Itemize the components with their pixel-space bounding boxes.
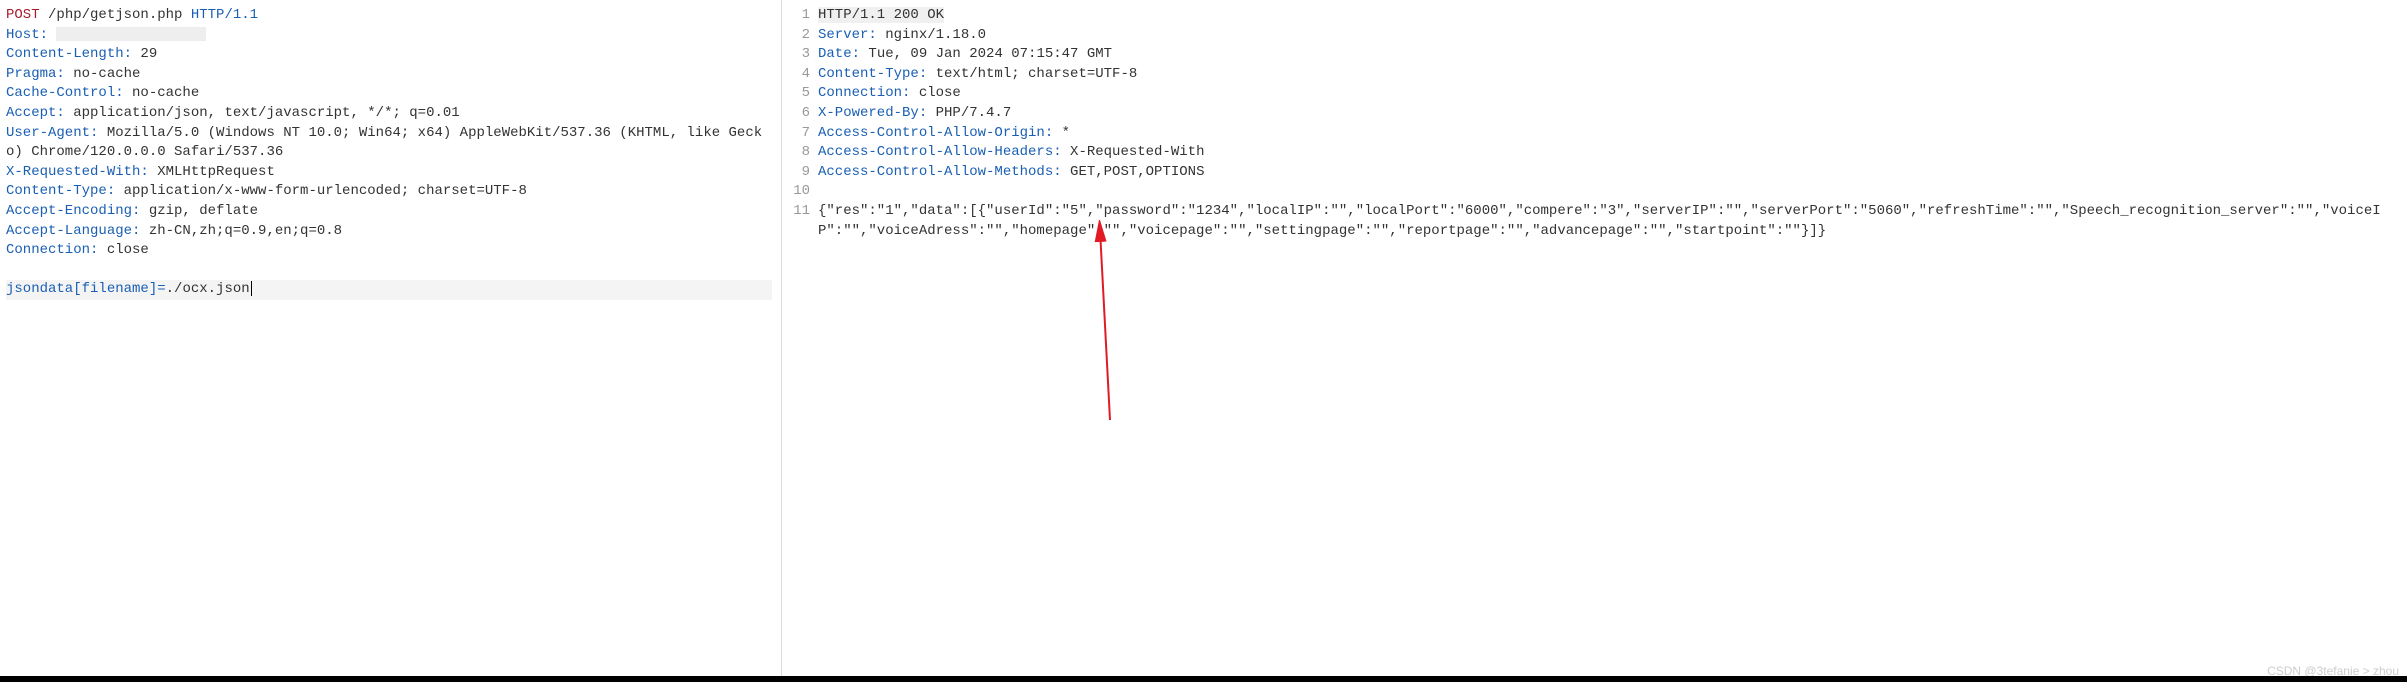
header-value: application/json, text/javascript, */*; … <box>65 105 460 121</box>
line-number: 8 <box>788 143 810 163</box>
request-header-line[interactable]: Accept-Language: zh-CN,zh;q=0.9,en;q=0.8 <box>6 222 775 242</box>
request-proto: HTTP/1.1 <box>191 7 258 23</box>
redacted-value <box>56 27 206 41</box>
header-name: Content-Length: <box>6 46 132 62</box>
request-header-line[interactable]: Pragma: no-cache <box>6 65 775 85</box>
response-header-line[interactable]: Connection: close <box>818 84 2401 104</box>
header-name: Content-Type: <box>818 66 927 82</box>
header-value: X-Requested-With <box>1062 144 1205 160</box>
header-value: application/x-www-form-urlencoded; chars… <box>115 183 527 199</box>
request-method: POST <box>6 7 40 23</box>
response-header-line[interactable]: Server: nginx/1.18.0 <box>818 26 2401 46</box>
header-value: no-cache <box>124 85 200 101</box>
body-key: jsondata[filename]= <box>6 281 166 297</box>
header-value: PHP/7.4.7 <box>927 105 1011 121</box>
response-header-line[interactable]: X-Powered-By: PHP/7.4.7 <box>818 104 2401 124</box>
header-name: Date: <box>818 46 860 62</box>
blank-line <box>818 182 2401 202</box>
request-panel[interactable]: POST /php/getjson.php HTTP/1.1 Host: Con… <box>0 0 782 682</box>
line-number: 4 <box>788 65 810 85</box>
request-header-line[interactable]: Cache-Control: no-cache <box>6 84 775 104</box>
body-value: ./ocx.json <box>166 281 250 297</box>
header-value: GET,POST,OPTIONS <box>1062 164 1205 180</box>
response-status-line[interactable]: HTTP/1.1 200 OK <box>818 6 2401 26</box>
header-name: Access-Control-Allow-Methods: <box>818 164 1062 180</box>
line-number: 1 <box>788 6 810 26</box>
cursor-icon <box>251 281 253 296</box>
response-header-line[interactable]: Access-Control-Allow-Headers: X-Requeste… <box>818 143 2401 163</box>
header-name: X-Requested-With: <box>6 164 149 180</box>
request-header-line[interactable]: Host: <box>6 26 775 46</box>
request-body-line[interactable]: jsondata[filename]=./ocx.json <box>6 280 775 300</box>
response-code-area[interactable]: HTTP/1.1 200 OK Server: nginx/1.18.0Date… <box>818 6 2401 676</box>
blank-line <box>6 261 775 281</box>
header-name: Access-Control-Allow-Headers: <box>818 144 1062 160</box>
header-name: Access-Control-Allow-Origin: <box>818 125 1053 141</box>
header-value: zh-CN,zh;q=0.9,en;q=0.8 <box>140 223 342 239</box>
request-header-line[interactable]: Connection: close <box>6 241 775 261</box>
header-name: Accept: <box>6 105 65 121</box>
header-name: Server: <box>818 27 877 43</box>
response-header-line[interactable]: Access-Control-Allow-Methods: GET,POST,O… <box>818 163 2401 183</box>
line-number: 3 <box>788 45 810 65</box>
header-name: Accept-Language: <box>6 223 140 239</box>
header-value: gzip, deflate <box>140 203 258 219</box>
header-value: Mozilla/5.0 (Windows NT 10.0; Win64; x64… <box>6 125 762 161</box>
request-header-line[interactable]: Content-Type: application/x-www-form-url… <box>6 182 775 202</box>
response-header-line[interactable]: Access-Control-Allow-Origin: * <box>818 124 2401 144</box>
header-name: Cache-Control: <box>6 85 124 101</box>
request-header-line[interactable]: Accept: application/json, text/javascrip… <box>6 104 775 124</box>
header-name: Connection: <box>818 85 910 101</box>
line-number: 11 <box>788 202 810 222</box>
header-value: * <box>1053 125 1070 141</box>
line-number-gutter: 1234567891011 <box>788 6 818 676</box>
line-number: 10 <box>788 182 810 202</box>
header-value: close <box>98 242 148 258</box>
line-number: 9 <box>788 163 810 183</box>
header-value: text/html; charset=UTF-8 <box>927 66 1137 82</box>
header-value: 29 <box>132 46 157 62</box>
request-header-line[interactable]: Content-Length: 29 <box>6 45 775 65</box>
line-number: 5 <box>788 84 810 104</box>
header-name: Host: <box>6 27 48 43</box>
request-header-line[interactable]: Accept-Encoding: gzip, deflate <box>6 202 775 222</box>
request-header-line[interactable]: X-Requested-With: XMLHttpRequest <box>6 163 775 183</box>
line-number: 7 <box>788 124 810 144</box>
response-header-line[interactable]: Content-Type: text/html; charset=UTF-8 <box>818 65 2401 85</box>
header-name: Accept-Encoding: <box>6 203 140 219</box>
line-number: 2 <box>788 26 810 46</box>
header-value: XMLHttpRequest <box>149 164 275 180</box>
header-value: close <box>910 85 960 101</box>
response-body[interactable]: {"res":"1","data":[{"userId":"5","passwo… <box>818 202 2401 241</box>
header-name: Pragma: <box>6 66 65 82</box>
header-name: User-Agent: <box>6 125 98 141</box>
line-number: 6 <box>788 104 810 124</box>
header-value: no-cache <box>65 66 141 82</box>
status-text: HTTP/1.1 200 OK <box>818 7 944 23</box>
response-panel[interactable]: 1234567891011 HTTP/1.1 200 OK Server: ng… <box>782 0 2407 682</box>
header-value: nginx/1.18.0 <box>877 27 986 43</box>
response-header-line[interactable]: Date: Tue, 09 Jan 2024 07:15:47 GMT <box>818 45 2401 65</box>
header-name: X-Powered-By: <box>818 105 927 121</box>
bottom-bar <box>0 676 2407 682</box>
header-name: Connection: <box>6 242 98 258</box>
request-first-line[interactable]: POST /php/getjson.php HTTP/1.1 <box>6 6 775 26</box>
request-header-line[interactable]: User-Agent: Mozilla/5.0 (Windows NT 10.0… <box>6 124 775 163</box>
header-name: Content-Type: <box>6 183 115 199</box>
request-path: /php/getjson.php <box>40 7 191 23</box>
header-value: Tue, 09 Jan 2024 07:15:47 GMT <box>860 46 1112 62</box>
